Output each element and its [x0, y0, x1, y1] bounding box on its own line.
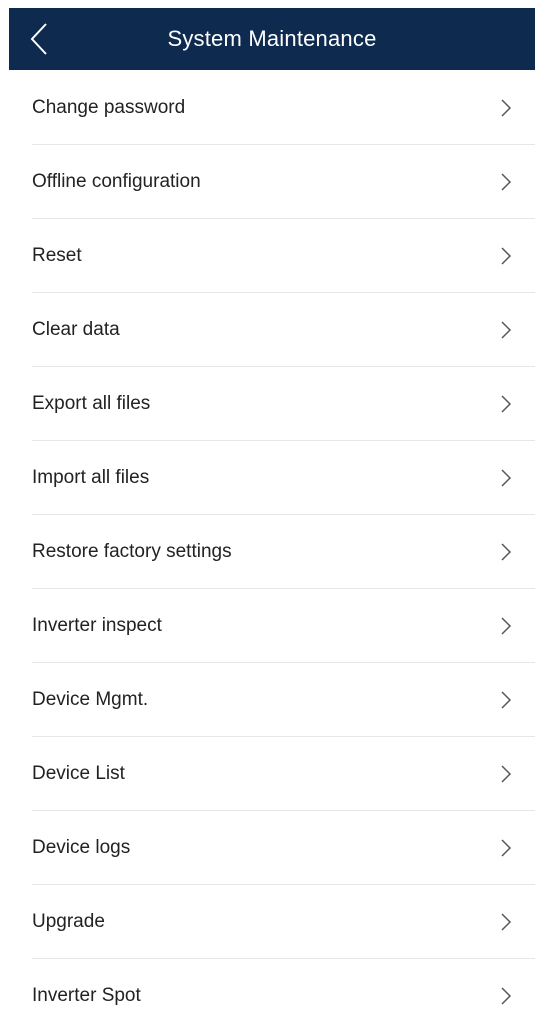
chevron-right-icon: [499, 542, 513, 562]
page-title: System Maintenance: [167, 26, 377, 51]
chevron-right-icon: [499, 838, 513, 858]
chevron-right-icon: [499, 98, 513, 118]
chevron-right-icon: [499, 394, 513, 414]
menu-item-label: Import all files: [32, 467, 150, 488]
menu-item-device-mgmt[interactable]: Device Mgmt.: [0, 663, 535, 737]
menu-item-label: Inverter Spot: [32, 985, 141, 1006]
menu-item-device-list[interactable]: Device List: [0, 737, 535, 811]
menu-item-inverter-spot[interactable]: Inverter Spot: [0, 959, 535, 1027]
menu-item-label: Device List: [32, 763, 125, 784]
chevron-right-icon: [499, 690, 513, 710]
back-button[interactable]: [17, 8, 61, 70]
menu-item-label: Reset: [32, 245, 82, 266]
menu-item-label: Device logs: [32, 837, 131, 858]
menu-item-clear-data[interactable]: Clear data: [0, 293, 535, 367]
menu-item-upgrade[interactable]: Upgrade: [0, 885, 535, 959]
status-bar-area: [0, 0, 535, 8]
menu-item-offline-configuration[interactable]: Offline configuration: [0, 145, 535, 219]
menu-item-label: Upgrade: [32, 911, 105, 932]
header-bar: System Maintenance: [9, 8, 535, 70]
menu-item-label: Offline configuration: [32, 171, 201, 192]
menu-item-label: Clear data: [32, 319, 120, 340]
settings-menu-list: Change password Offline configuration Re…: [0, 71, 535, 1027]
menu-item-label: Inverter inspect: [32, 615, 162, 636]
chevron-right-icon: [499, 246, 513, 266]
menu-item-label: Restore factory settings: [32, 541, 232, 562]
system-maintenance-screen: System Maintenance Change password Offli…: [0, 0, 535, 1027]
menu-item-import-all-files[interactable]: Import all files: [0, 441, 535, 515]
chevron-right-icon: [499, 616, 513, 636]
menu-item-restore-factory-settings[interactable]: Restore factory settings: [0, 515, 535, 589]
menu-item-label: Device Mgmt.: [32, 689, 149, 710]
menu-item-reset[interactable]: Reset: [0, 219, 535, 293]
menu-item-label: Export all files: [32, 393, 151, 414]
menu-item-device-logs[interactable]: Device logs: [0, 811, 535, 885]
menu-item-export-all-files[interactable]: Export all files: [0, 367, 535, 441]
menu-item-label: Change password: [32, 97, 186, 118]
chevron-right-icon: [499, 912, 513, 932]
chevron-right-icon: [499, 172, 513, 192]
chevron-left-icon: [29, 22, 49, 56]
chevron-right-icon: [499, 468, 513, 488]
menu-item-change-password[interactable]: Change password: [0, 71, 535, 145]
chevron-right-icon: [499, 764, 513, 784]
menu-item-inverter-inspect[interactable]: Inverter inspect: [0, 589, 535, 663]
chevron-right-icon: [499, 320, 513, 340]
chevron-right-icon: [499, 986, 513, 1006]
